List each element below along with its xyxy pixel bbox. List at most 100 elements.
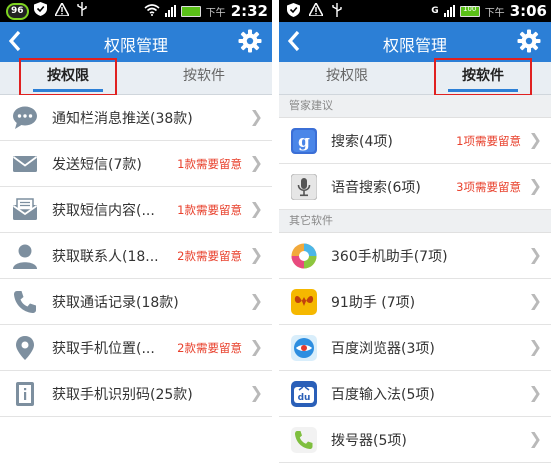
person-icon (12, 243, 38, 269)
shield-icon (287, 2, 300, 20)
warning-icon (53, 0, 71, 20)
battery-icon (180, 5, 201, 17)
title-bar: 权限管理 (279, 22, 551, 62)
chevron-right-icon: ❯ (528, 291, 542, 310)
network-type-label: G (431, 6, 439, 16)
tab-by-permission[interactable]: 按权限 (0, 58, 136, 96)
usb-icon (332, 2, 342, 20)
item-label: 百度输入法(5项) (331, 387, 435, 403)
item-label: 获取联系人(18... (52, 249, 159, 265)
wifi-icon (144, 3, 160, 19)
chevron-right-icon: ❯ (528, 245, 542, 264)
battery-level: 100 (463, 4, 477, 13)
chevron-right-icon: ❯ (249, 199, 263, 218)
voice-search-icon (290, 173, 318, 201)
chevron-right-icon: ❯ (528, 429, 542, 448)
list-item[interactable]: 拨号器(5项) ❯ (279, 417, 551, 463)
warning-icon (307, 1, 325, 19)
highlight-box (19, 58, 117, 96)
tab-bar: 按权限 按软件 (279, 58, 551, 96)
warning-count: 1款需要留意 (177, 157, 242, 171)
list-item[interactable]: du 百度输入法(5项) ❯ (279, 371, 551, 417)
dialer-icon (291, 427, 317, 453)
tab-by-app[interactable]: 按软件 (136, 62, 272, 94)
item-label: 360手机助手(7项) (331, 249, 448, 265)
tab-bar: 按权限 按软件 (0, 58, 272, 96)
am-pm-label: 下午 (205, 7, 226, 19)
chevron-right-icon: ❯ (249, 291, 263, 310)
list-item[interactable]: 获取手机位置(... 2款需要留意 ❯ (0, 325, 272, 371)
warning-count: 2款需要留意 (177, 341, 242, 355)
status-bar: 96 下午 2:32 (0, 0, 272, 22)
gear-icon (517, 29, 541, 53)
item-label: 发送短信(7款) (52, 157, 142, 173)
item-label: 获取手机识别码(25款) (52, 387, 193, 403)
clock: 3:06 (509, 2, 547, 20)
list-item[interactable]: 语音搜索(6项) 3项需要留意 ❯ (279, 164, 551, 210)
phone-icon (12, 289, 38, 315)
warning-count: 3项需要留意 (456, 180, 521, 194)
item-label: 拨号器(5项) (331, 433, 407, 449)
gear-icon (238, 29, 262, 53)
svg-text:du: du (298, 393, 311, 403)
google-search-icon: g (291, 128, 317, 154)
chevron-right-icon: ❯ (528, 337, 542, 356)
360-assistant-icon (291, 243, 317, 269)
highlight-box (434, 58, 532, 96)
id-card-icon (12, 381, 38, 407)
item-label: 语音搜索(6项) (331, 180, 421, 196)
page-title: 权限管理 (382, 36, 447, 55)
list-item[interactable]: 通知栏消息推送(38款) ❯ (0, 95, 272, 141)
svg-text:g: g (298, 132, 310, 152)
section-header: 其它软件 (279, 210, 551, 233)
tab-label: 按软件 (183, 68, 225, 84)
warning-count: 2款需要留意 (177, 249, 242, 263)
item-label: 通知栏消息推送(38款) (52, 111, 193, 127)
signal-icon (164, 5, 176, 17)
permission-list: 通知栏消息推送(38款) ❯ 发送短信(7款) 1款需要留意 ❯ 获取短信内容(… (0, 95, 272, 417)
list-item[interactable]: g 搜索(4项) 1项需要留意 ❯ (279, 118, 551, 164)
item-label: 获取手机位置(... (52, 341, 155, 357)
page-title: 权限管理 (103, 36, 168, 55)
list-item[interactable]: 360手机助手(7项) ❯ (279, 233, 551, 279)
91-assistant-icon (291, 289, 317, 315)
settings-button[interactable] (517, 29, 543, 55)
am-pm-label: 下午 (484, 7, 505, 19)
chevron-right-icon: ❯ (528, 383, 542, 402)
list-item[interactable]: 获取短信内容(... 1款需要留意 ❯ (0, 187, 272, 233)
list-item[interactable]: 获取通话记录(18款) ❯ (0, 279, 272, 325)
settings-button[interactable] (238, 29, 264, 55)
warning-count: 1款需要留意 (177, 203, 242, 217)
list-item[interactable]: 发送短信(7款) 1款需要留意 ❯ (0, 141, 272, 187)
chevron-right-icon: ❯ (249, 107, 263, 126)
chevron-right-icon: ❯ (528, 176, 542, 195)
envelope-icon (12, 151, 38, 177)
item-label: 获取通话记录(18款) (52, 295, 179, 311)
status-bar: G 100 下午 3:06 (279, 0, 551, 22)
chat-bubble-icon (12, 105, 38, 131)
list-item[interactable]: 获取联系人(18... 2款需要留意 ❯ (0, 233, 272, 279)
item-label: 91助手 (7项) (331, 295, 416, 311)
tab-label: 按权限 (326, 68, 368, 84)
tab-by-app[interactable]: 按软件 (415, 58, 551, 96)
list-item[interactable]: 91助手 (7项) ❯ (279, 279, 551, 325)
baidu-browser-icon (291, 335, 317, 361)
battery-icon: 100 (459, 4, 480, 17)
item-label: 搜索(4项) (331, 134, 393, 150)
left-screen: 96 下午 2:32 权限管理 按权限 按软件 通知栏消息推送(38款) ❯ 发… (0, 0, 272, 471)
envelope-open-icon (12, 197, 38, 223)
battery-percent-badge: 96 (6, 2, 29, 20)
location-pin-icon (12, 335, 38, 361)
baidu-input-icon: du (291, 381, 317, 407)
list-item[interactable]: 获取手机识别码(25款) ❯ (0, 371, 272, 417)
tab-by-permission[interactable]: 按权限 (279, 62, 415, 94)
title-bar: 权限管理 (0, 22, 272, 62)
shield-icon (34, 2, 47, 20)
warning-count: 1项需要留意 (456, 134, 521, 148)
list-item[interactable]: 百度浏览器(3项) ❯ (279, 325, 551, 371)
item-label: 百度浏览器(3项) (331, 341, 435, 357)
item-label: 获取短信内容(... (52, 203, 155, 219)
app-list: 管家建议 g 搜索(4项) 1项需要留意 ❯ 语音搜索(6项) 3项需要留意 ❯… (279, 95, 551, 463)
chevron-right-icon: ❯ (528, 130, 542, 149)
chevron-right-icon: ❯ (249, 337, 263, 356)
